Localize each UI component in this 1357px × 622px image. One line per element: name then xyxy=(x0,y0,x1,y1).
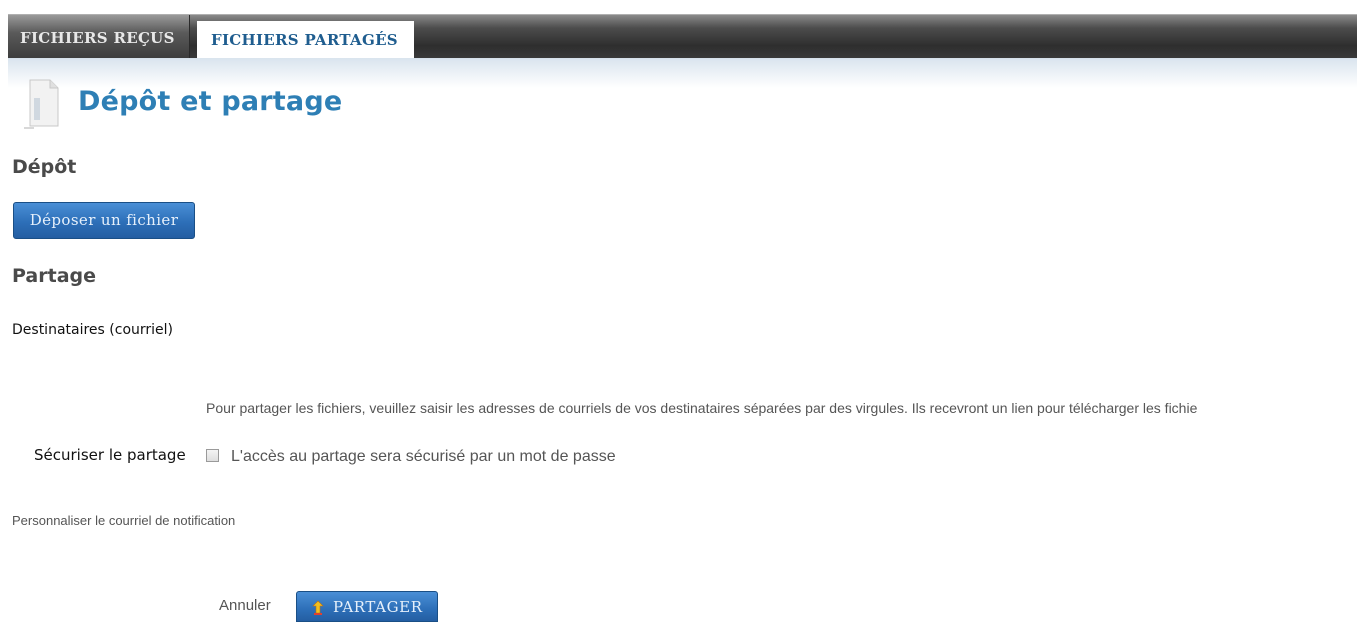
section-title-depot: Dépôt xyxy=(12,156,77,178)
secure-share-checkbox-label[interactable]: L'accès au partage sera sécurisé par un … xyxy=(231,448,616,466)
page: FICHIERS REÇUS FICHIERS PARTAGÉS Dépôt e… xyxy=(0,0,1357,622)
share-button-label: PARTAGER xyxy=(333,598,423,616)
secure-share-label: Sécuriser le partage xyxy=(34,446,186,464)
section-title-partage: Partage xyxy=(12,265,96,287)
cancel-button[interactable]: Annuler xyxy=(219,597,271,614)
share-button[interactable]: PARTAGER xyxy=(296,591,438,622)
upload-file-button[interactable]: Déposer un fichier xyxy=(13,202,195,239)
tab-bar-shadow xyxy=(8,58,1357,88)
document-icon xyxy=(24,79,59,129)
tab-bar: FICHIERS REÇUS FICHIERS PARTAGÉS xyxy=(8,14,1357,61)
customize-notification-link[interactable]: Personnaliser le courriel de notificatio… xyxy=(12,513,235,528)
recipients-label: Destinataires (courriel) xyxy=(12,322,173,338)
page-title: Dépôt et partage xyxy=(78,86,343,117)
recipients-help-text: Pour partager les fichiers, veuillez sai… xyxy=(206,400,1198,416)
tab-fichiers-recus[interactable]: FICHIERS REÇUS xyxy=(8,15,190,59)
secure-share-checkbox[interactable] xyxy=(206,449,219,462)
tab-fichiers-partages[interactable]: FICHIERS PARTAGÉS xyxy=(197,21,414,61)
share-icon xyxy=(312,600,324,615)
